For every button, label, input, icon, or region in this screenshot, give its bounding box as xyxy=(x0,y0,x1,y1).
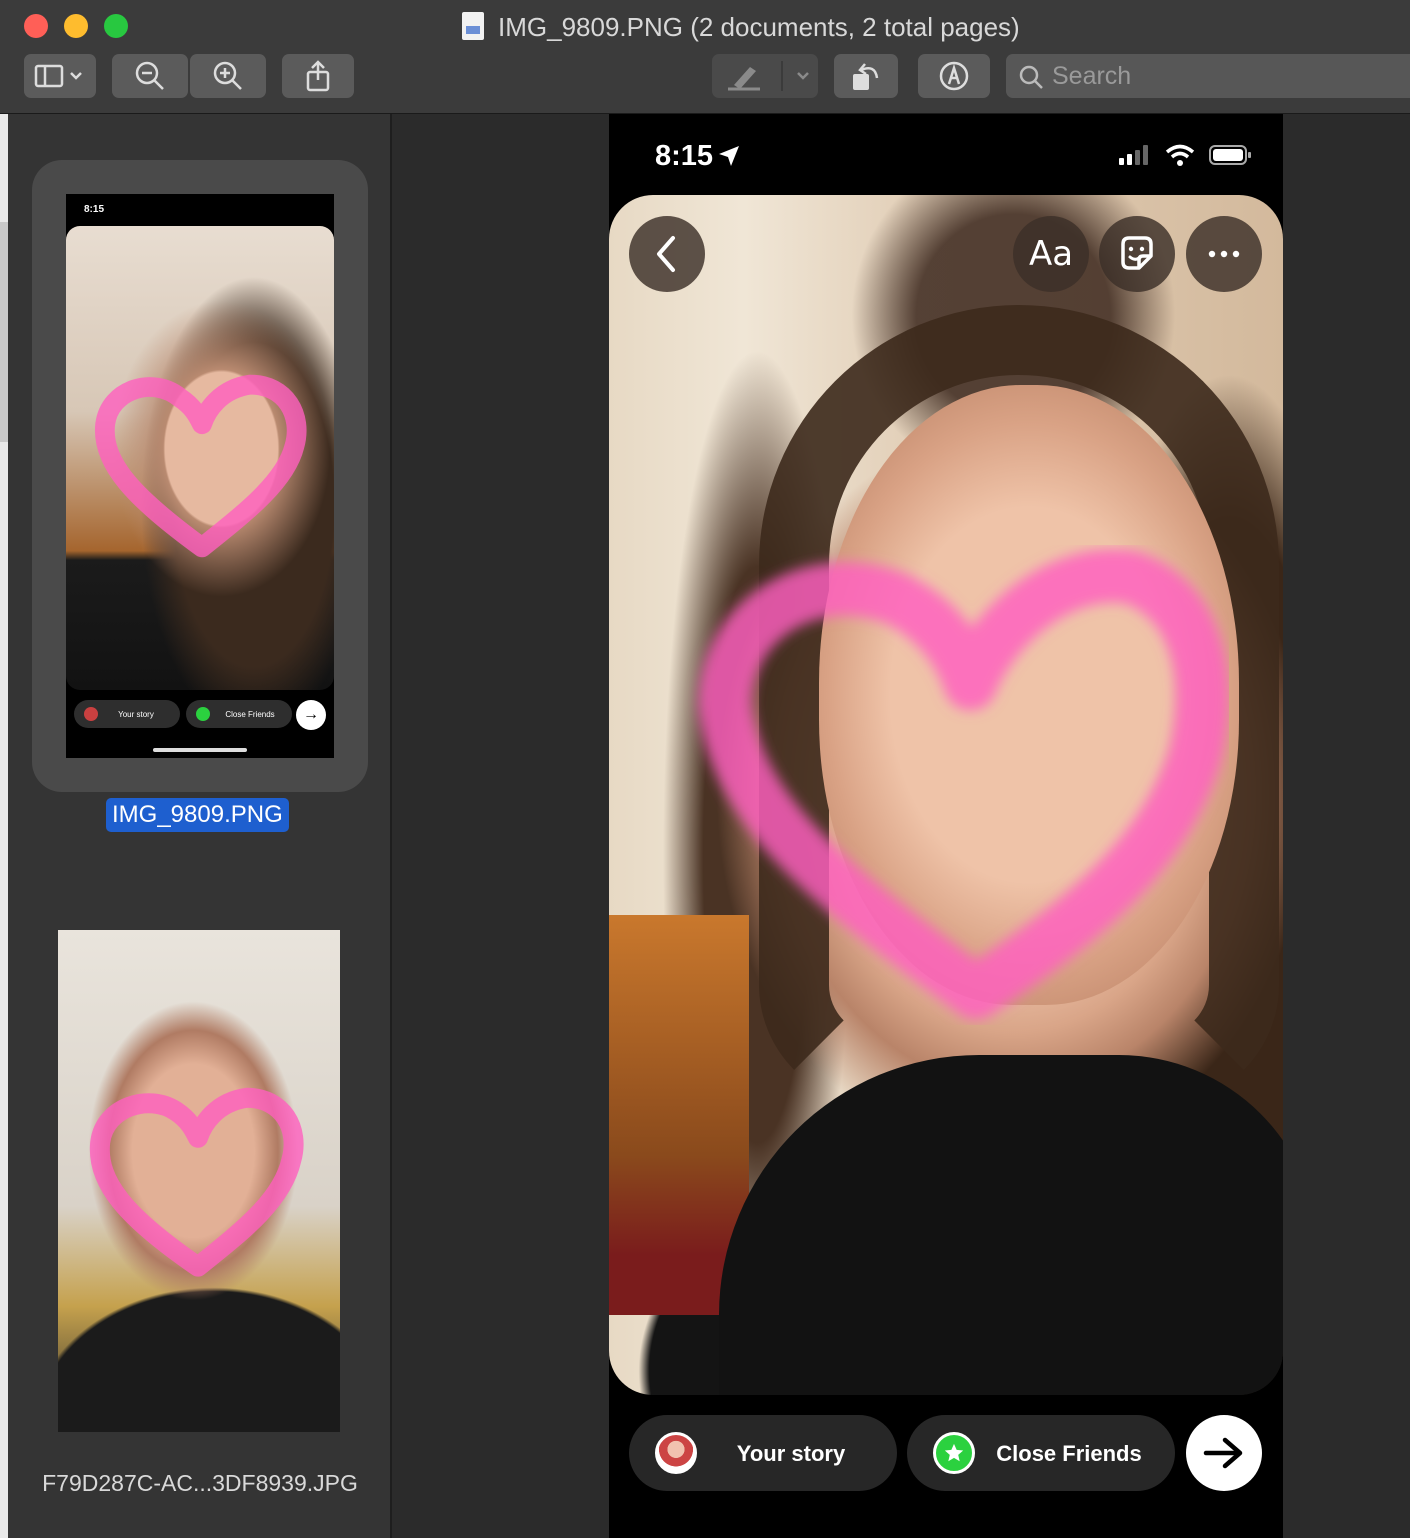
thumbnail-label-f79d287c[interactable]: F79D287C-AC...3DF8939.JPG xyxy=(8,1470,392,1497)
thumbnail-img-9809[interactable]: 8:15 Your story Close Friends → xyxy=(66,194,334,758)
more-icon xyxy=(1208,250,1240,258)
your-story-label: Your story xyxy=(736,1441,846,1466)
mini-status-time: 8:15 xyxy=(84,204,105,215)
background-window-edge xyxy=(0,114,8,1538)
share-icon xyxy=(306,60,330,92)
search-input[interactable] xyxy=(1052,60,1392,92)
sticker-icon xyxy=(1121,236,1153,270)
mini-close-friends-pill: Close Friends xyxy=(186,700,292,728)
share-next-button[interactable] xyxy=(1186,1415,1262,1491)
zoom-in-button[interactable] xyxy=(190,54,266,98)
story-screenshot: 8:15 Aa Your story Close Friends xyxy=(609,114,1283,1538)
more-options-button[interactable] xyxy=(1186,216,1262,292)
rotate-button[interactable] xyxy=(834,54,898,98)
thumbnail-sidebar: 8:15 Your story Close Friends → IMG_9809 xyxy=(8,114,392,1538)
close-friends-label: Close Friends xyxy=(996,1441,1142,1466)
location-arrow-icon xyxy=(719,146,739,166)
highlight-button[interactable] xyxy=(712,54,818,98)
search-icon xyxy=(1019,65,1043,89)
story-photo: Aa xyxy=(609,195,1283,1395)
zoom-window-button[interactable] xyxy=(104,14,128,38)
back-chevron-icon xyxy=(657,236,675,272)
minimize-window-button[interactable] xyxy=(64,14,88,38)
rotate-icon xyxy=(853,63,879,90)
window-title: IMG_9809.PNG (2 documents, 2 total pages… xyxy=(498,12,1020,42)
sidebar-toggle-button[interactable] xyxy=(24,54,96,98)
status-time: 8:15 xyxy=(655,140,714,172)
arrow-right-icon xyxy=(1203,1437,1243,1469)
thumbnail-heart-doodle xyxy=(89,1087,304,1277)
close-window-button[interactable] xyxy=(24,14,48,38)
back-button[interactable] xyxy=(629,216,705,292)
mini-arrow-right-icon: → xyxy=(296,700,326,730)
your-story-button[interactable]: Your story xyxy=(629,1415,897,1491)
mini-your-story-pill: Your story xyxy=(74,700,180,728)
mini-heart-doodle xyxy=(94,374,307,558)
zoom-out-icon xyxy=(135,61,164,90)
share-button[interactable] xyxy=(282,54,354,98)
sidebar-toggle-icon xyxy=(34,64,82,88)
markup-icon xyxy=(939,61,969,91)
close-friends-button[interactable]: Close Friends xyxy=(907,1415,1175,1491)
mini-your-story-label: Your story xyxy=(118,709,154,719)
signal-icon xyxy=(1119,145,1148,165)
text-tool-button[interactable]: Aa xyxy=(1013,216,1089,292)
search-field[interactable] xyxy=(1006,54,1410,98)
markup-button[interactable] xyxy=(918,54,990,98)
thumbnail-label-img-9809[interactable]: IMG_9809.PNG xyxy=(106,798,289,832)
zoom-in-icon xyxy=(213,61,242,90)
status-indicators xyxy=(1119,144,1253,166)
mini-close-friends-label: Close Friends xyxy=(225,709,275,719)
wifi-icon xyxy=(1165,144,1195,166)
highlight-pen-icon xyxy=(728,61,809,91)
document-icon xyxy=(462,12,484,40)
photo-shirt xyxy=(719,1055,1283,1395)
zoom-out-button[interactable] xyxy=(112,54,188,98)
mini-home-indicator xyxy=(153,748,247,752)
thumbnail-f79d287c[interactable] xyxy=(58,930,340,1432)
battery-icon xyxy=(1209,145,1251,165)
mini-story-photo xyxy=(66,226,334,690)
sticker-button[interactable] xyxy=(1099,216,1175,292)
heart-doodle xyxy=(698,549,1229,1020)
thumbnail-selected-frame[interactable]: 8:15 Your story Close Friends → xyxy=(32,160,368,792)
window-titlebar: IMG_9809.PNG (2 documents, 2 total pages… xyxy=(0,0,1410,114)
